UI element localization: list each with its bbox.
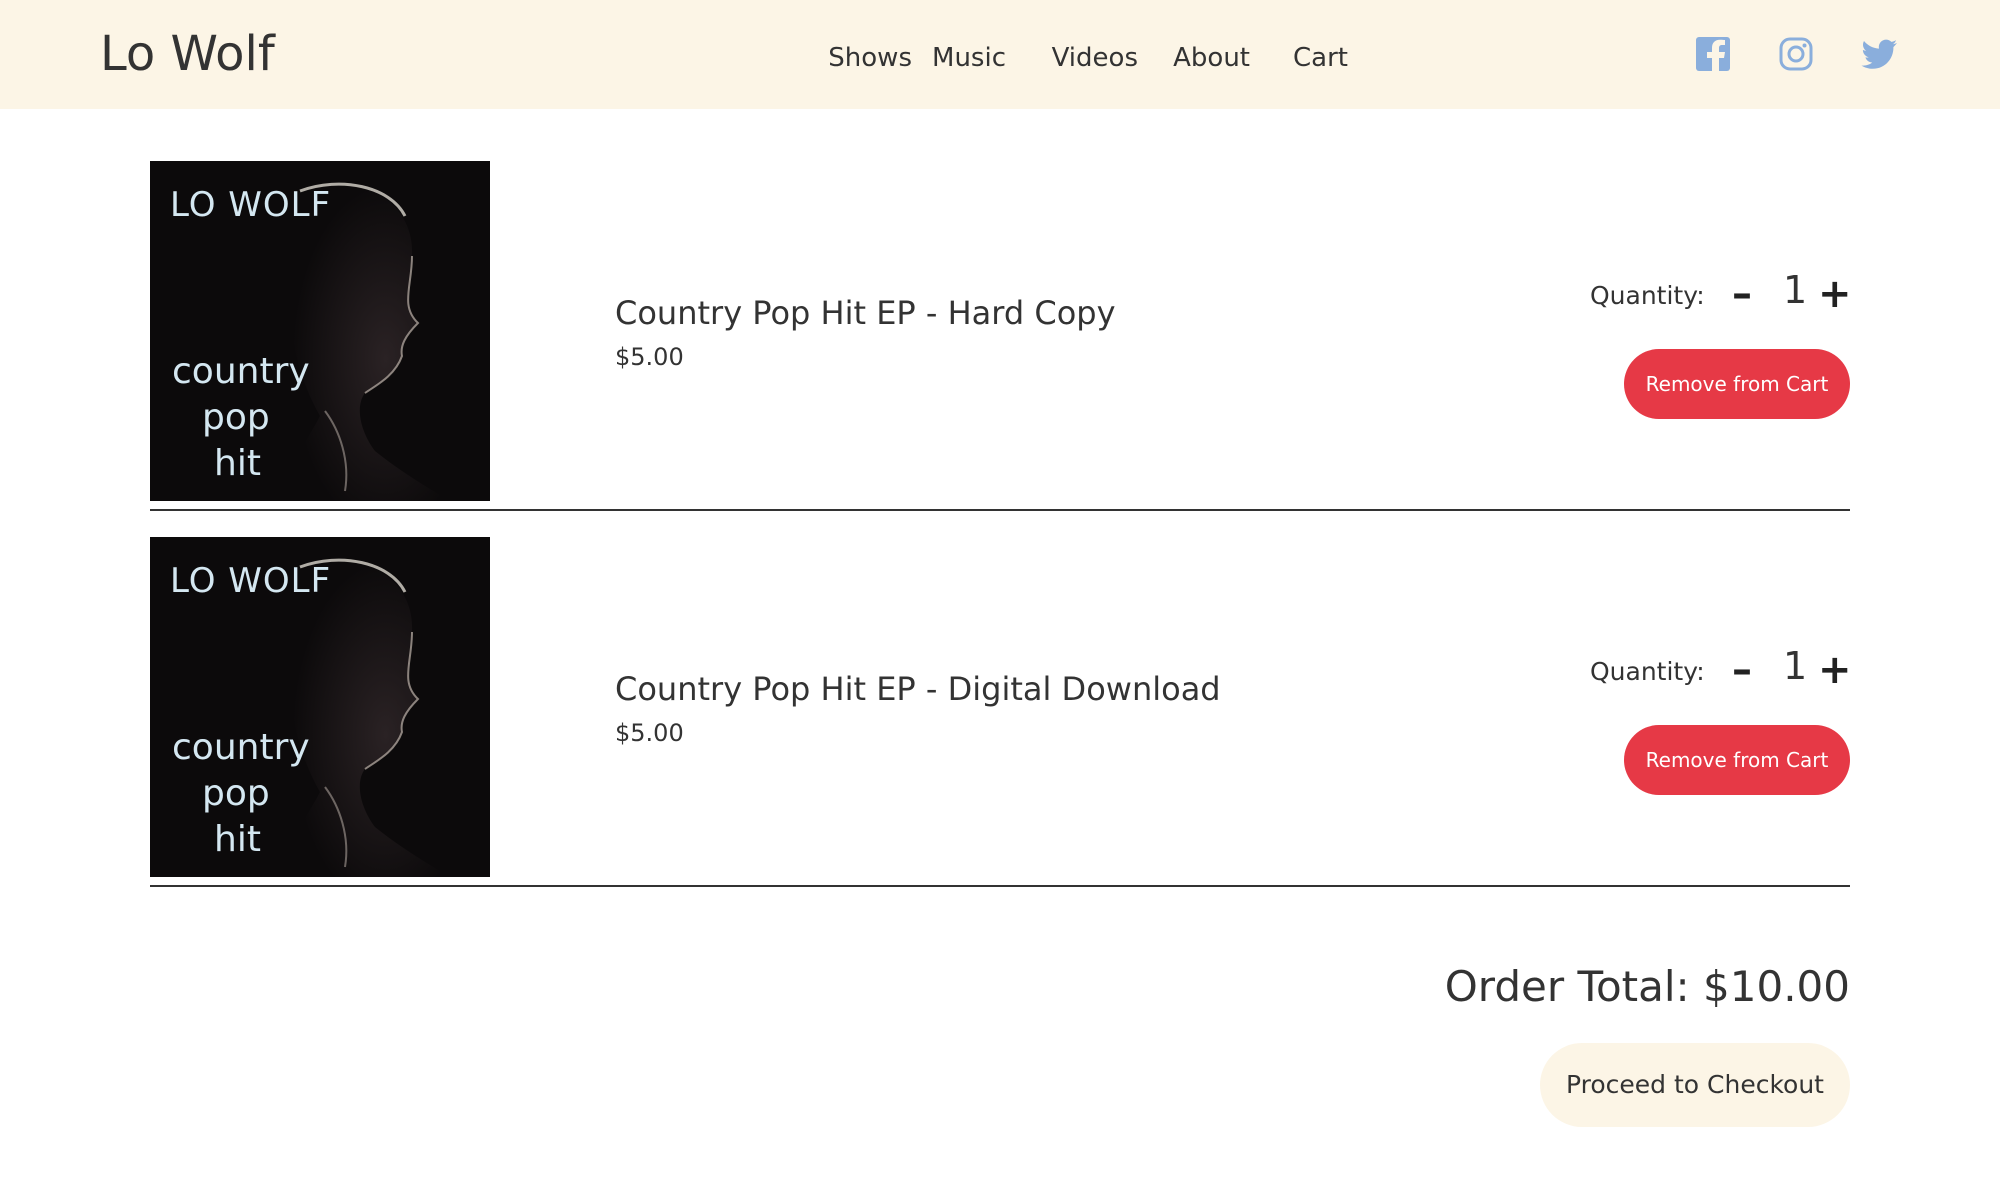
- quantity-stepper: Quantity: – 1 +: [1590, 644, 1852, 697]
- album-cover-image: LO WOLF country pop hit: [150, 161, 490, 501]
- nav-shows[interactable]: Shows: [828, 38, 912, 78]
- album-cover-image: LO WOLF country pop hit: [150, 537, 490, 877]
- quantity-stepper: Quantity: – 1 +: [1590, 268, 1852, 321]
- proceed-to-checkout-button[interactable]: Proceed to Checkout: [1540, 1043, 1850, 1127]
- order-total: Order Total: $10.00: [1444, 962, 1850, 1011]
- item-info: Country Pop Hit EP - Digital Download $5…: [615, 667, 1221, 751]
- cover-text: hit: [214, 443, 261, 484]
- nav-cart[interactable]: Cart: [1293, 38, 1348, 78]
- twitter-icon[interactable]: [1861, 36, 1897, 72]
- decrease-quantity-button[interactable]: –: [1732, 647, 1752, 693]
- remove-from-cart-button[interactable]: Remove from Cart: [1624, 725, 1850, 795]
- top-navbar: Lo Wolf Shows Music Videos About Cart: [0, 0, 2000, 109]
- remove-from-cart-button[interactable]: Remove from Cart: [1624, 349, 1850, 419]
- cart-item: LO WOLF country pop hit Country Pop Hit …: [150, 537, 1852, 897]
- cart-item: LO WOLF country pop hit Country Pop Hit …: [150, 161, 1852, 521]
- site-logo[interactable]: Lo Wolf: [100, 22, 275, 86]
- nav-about[interactable]: About: [1173, 38, 1250, 78]
- cover-text: country: [172, 727, 310, 768]
- cover-text: pop: [202, 773, 270, 814]
- decrease-quantity-button[interactable]: –: [1732, 271, 1752, 317]
- quantity-value: 1: [1783, 268, 1808, 312]
- increase-quantity-button[interactable]: +: [1818, 647, 1852, 693]
- nav-music[interactable]: Music: [932, 38, 1006, 78]
- quantity-value: 1: [1783, 644, 1808, 688]
- increase-quantity-button[interactable]: +: [1818, 271, 1852, 317]
- quantity-label: Quantity:: [1590, 657, 1705, 686]
- nav-videos[interactable]: Videos: [1052, 38, 1138, 78]
- cart-list: LO WOLF country pop hit Country Pop Hit …: [150, 161, 1852, 913]
- cover-text: hit: [214, 819, 261, 860]
- item-price: $5.00: [615, 343, 684, 371]
- instagram-icon[interactable]: [1778, 36, 1814, 72]
- item-name: Country Pop Hit EP - Hard Copy: [615, 294, 1116, 332]
- cover-title: LO WOLF: [170, 185, 332, 225]
- cover-title: LO WOLF: [170, 561, 332, 601]
- item-name: Country Pop Hit EP - Digital Download: [615, 670, 1221, 708]
- item-info: Country Pop Hit EP - Hard Copy $5.00: [615, 291, 1116, 375]
- quantity-label: Quantity:: [1590, 281, 1705, 310]
- item-price: $5.00: [615, 719, 684, 747]
- cover-text: pop: [202, 397, 270, 438]
- facebook-icon[interactable]: [1695, 36, 1731, 72]
- cover-text: country: [172, 351, 310, 392]
